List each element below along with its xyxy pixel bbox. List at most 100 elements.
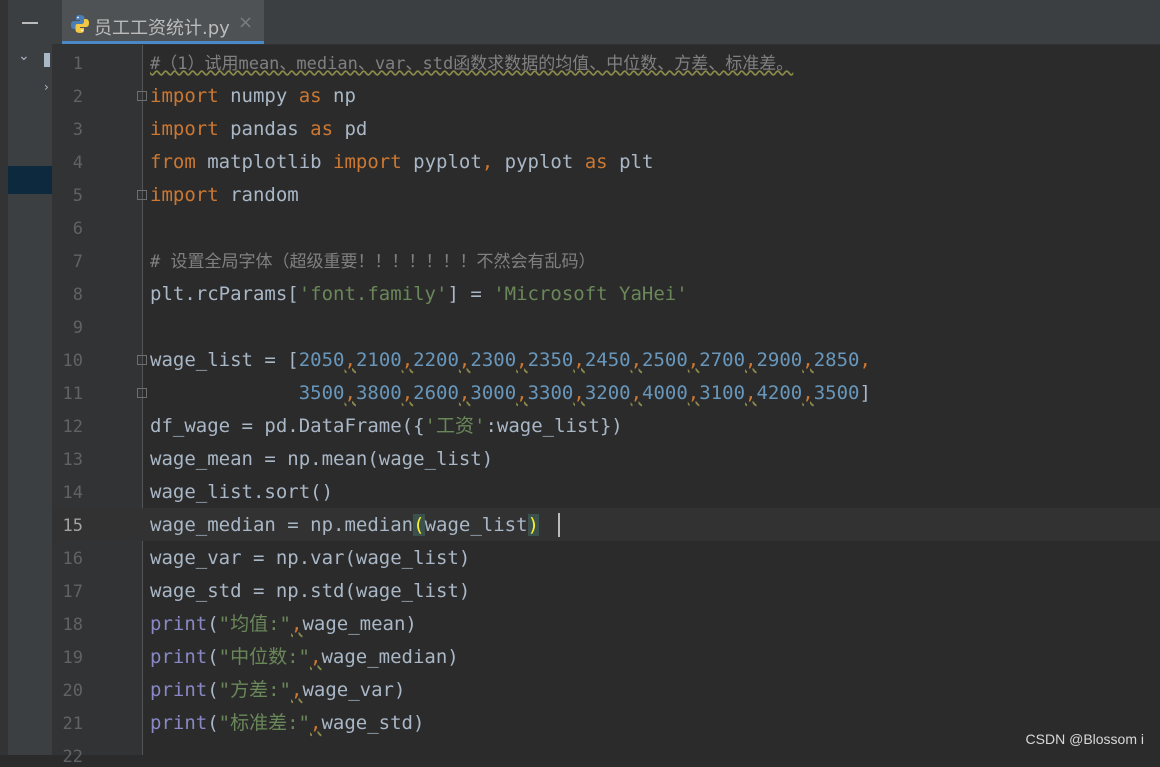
chevron-right-icon[interactable]: › — [44, 80, 49, 94]
code-text: wage_list = [ — [150, 349, 299, 371]
number-literal: 2300 — [470, 349, 517, 371]
comma: , — [344, 382, 356, 404]
line-number: 15 — [62, 516, 83, 536]
line-number: 21 — [62, 714, 83, 734]
fold-marker-icon[interactable] — [137, 388, 147, 398]
collapse-panel-icon[interactable] — [22, 22, 38, 24]
number-literal: 2450 — [584, 349, 631, 371]
code-text: wage_list — [424, 514, 528, 536]
comma: , — [516, 349, 528, 371]
number-literal: 2900 — [756, 349, 803, 371]
line-number: 17 — [62, 582, 83, 602]
string-literal: '工资' — [424, 415, 486, 437]
string-literal: "均值:" — [218, 613, 291, 635]
code-line-14: wage_list.sort() — [150, 482, 333, 502]
line-number: 20 — [62, 681, 83, 701]
comma: , — [344, 349, 356, 371]
string-literal: "中位数:" — [218, 646, 310, 668]
number-literal: 2350 — [527, 349, 574, 371]
number-literal: 2050 — [298, 349, 345, 371]
project-panel-strip: ⌄ › — [0, 0, 53, 755]
alias: np — [321, 85, 356, 107]
number-literal: 2850 — [813, 349, 860, 371]
module-name: matplotlib — [195, 151, 334, 173]
fold-marker-icon[interactable] — [137, 355, 147, 365]
line-number: 10 — [62, 351, 83, 371]
comma: , — [573, 382, 585, 404]
module-name: random — [218, 184, 299, 206]
watermark: CSDN @Blossom i — [1025, 731, 1144, 747]
line-number: 6 — [72, 219, 83, 239]
number-literal: 4000 — [642, 382, 688, 404]
keyword: as — [298, 85, 322, 107]
code-line-15: wage_median = np.median(wage_list) — [150, 514, 539, 536]
code-line-1: #（1）试用mean、median、var、std函数求数据的均值、中位数、方差… — [150, 53, 793, 74]
code-line-13: wage_mean = np.mean(wage_list) — [150, 449, 493, 469]
code-text: ] = — [447, 283, 494, 305]
number-literal: 4200 — [756, 382, 803, 404]
builtin-function: print — [150, 613, 208, 635]
file-tab[interactable]: 员工工资统计.py × — [62, 0, 264, 44]
number-literal: 3200 — [584, 382, 631, 404]
comma: , — [481, 151, 494, 173]
line-number: 4 — [72, 153, 83, 173]
number-literal: 2600 — [413, 382, 459, 404]
line-number: 19 — [62, 648, 83, 668]
fold-marker-icon[interactable] — [137, 91, 147, 101]
line-number: 1 — [72, 54, 83, 74]
close-tab-icon[interactable]: × — [238, 12, 253, 33]
comma: , — [859, 349, 871, 371]
matched-bracket: ) — [527, 514, 539, 536]
code-text: wage_mean = np.mean(wage_list) — [150, 448, 494, 470]
line-number: 12 — [62, 417, 83, 437]
keyword: import — [150, 85, 219, 107]
number-literal: 3000 — [470, 382, 517, 404]
comma: , — [687, 349, 700, 371]
keyword: import — [333, 151, 402, 173]
module-name: pandas — [218, 118, 311, 140]
number-literal: 3100 — [699, 382, 746, 404]
comment: #（1）试用mean、median、var、std函数求数据的均值、中位数、方差… — [150, 54, 794, 74]
comma: , — [630, 349, 643, 371]
code-text: ( — [207, 613, 219, 635]
code-text: df_wage = pd.DataFrame({ — [150, 415, 425, 437]
code-line-11: 3500,3800,2600,3000,3300,3200,4000,3100,… — [150, 383, 871, 403]
code-line-12: df_wage = pd.DataFrame({'工资':wage_list}) — [150, 416, 623, 436]
comma: , — [630, 382, 643, 404]
line-number: 2 — [72, 87, 83, 107]
string-literal: "方差:" — [218, 679, 291, 701]
line-number: 22 — [62, 747, 83, 767]
code-text: ( — [207, 646, 219, 668]
line-number: 9 — [72, 318, 83, 338]
string-literal: "标准差:" — [218, 712, 310, 734]
import-name: pyplot — [401, 151, 482, 173]
keyword: import — [150, 184, 219, 206]
code-text: wage_std = np.std(wage_list) — [150, 580, 471, 602]
code-line-10: wage_list = [2050,2100,2200,2300,2350,24… — [150, 350, 871, 370]
comma: , — [290, 679, 303, 701]
keyword: as — [310, 118, 334, 140]
alias: pd — [333, 118, 368, 140]
fold-marker-icon[interactable] — [137, 190, 147, 200]
code-text: wage_var = np.var(wage_list) — [150, 547, 471, 569]
number-literal: 3800 — [355, 382, 402, 404]
comma: , — [458, 349, 471, 371]
tool-window-edge — [0, 0, 8, 755]
alias: plt — [607, 151, 654, 173]
code-line-16: wage_var = np.var(wage_list) — [150, 548, 470, 568]
code-line-21: print("标准差:",wage_std) — [150, 713, 424, 733]
code-line-20: print("方差:",wage_var) — [150, 680, 405, 700]
code-line-5: import random — [150, 185, 299, 205]
comma: , — [802, 382, 814, 404]
comma: , — [516, 382, 528, 404]
selected-tree-item[interactable] — [8, 166, 52, 194]
number-literal: 2500 — [642, 349, 688, 371]
code-line-4: from matplotlib import pyplot, pyplot as… — [150, 152, 653, 172]
code-line-3: import pandas as pd — [150, 119, 367, 139]
comma: , — [802, 349, 814, 371]
line-number: 16 — [62, 549, 83, 569]
line-number: 14 — [62, 483, 83, 503]
comma: , — [745, 382, 757, 404]
chevron-down-icon[interactable]: ⌄ — [18, 48, 30, 64]
code-line-8: plt.rcParams['font.family'] = 'Microsoft… — [150, 284, 688, 304]
